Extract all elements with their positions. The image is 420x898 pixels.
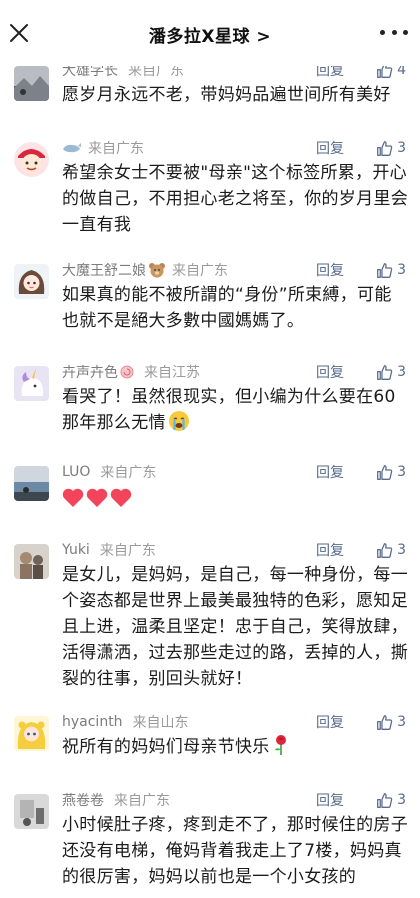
comment-location: 来自广东 — [114, 793, 170, 809]
comment-text-block: 祝所有的妈妈们母亲节快乐 — [62, 734, 408, 760]
comment-text: 愿岁月永远不老，带妈妈品遍世间所有美好 — [62, 85, 391, 105]
heart-icon — [110, 488, 132, 507]
reply-button[interactable]: 回复 — [316, 462, 344, 482]
reply-button[interactable]: 回复 — [316, 138, 344, 158]
like-count: 3 — [397, 792, 406, 808]
like-button[interactable]: 3 — [376, 542, 406, 559]
whale-icon — [62, 141, 82, 155]
account-title[interactable]: 潘多拉X星球 > — [0, 22, 420, 47]
comment-location: 来自江苏 — [144, 365, 200, 381]
thumbs-up-icon — [377, 262, 393, 278]
like-count: 3 — [397, 542, 406, 558]
like-button[interactable]: 3 — [376, 364, 406, 381]
heart-icon — [86, 488, 108, 507]
like-count: 3 — [397, 364, 406, 380]
comment-location: 来自广东 — [88, 141, 144, 157]
heart-icon — [62, 488, 84, 507]
like-count: 3 — [397, 140, 406, 156]
comment-emoji-row — [62, 488, 408, 508]
comment-location: 来自广东 — [100, 465, 157, 481]
comment-text: 小时候肚子疼，疼到走不了，那时候住的房子还没有电梯，俺妈背着我走上了7楼，妈妈真… — [62, 815, 408, 887]
comment-text: 看哭了！虽然很现实，但小编为什么要在60那年那么无情 — [62, 387, 396, 433]
comment-nickname[interactable]: LUO — [62, 464, 90, 480]
photo-avatar-icon[interactable] — [14, 544, 49, 579]
rose-icon — [272, 734, 290, 756]
bear-icon — [148, 262, 166, 278]
sea-avatar-icon[interactable] — [14, 466, 49, 501]
lollipop-icon — [120, 365, 134, 379]
comment-text: 如果真的能不被所謂的“身份”所束縛，可能也就不是絕大多數中國媽媽了。 — [62, 285, 392, 331]
thumbs-up-icon — [377, 464, 393, 480]
thumbs-up-icon — [377, 792, 393, 808]
like-count: 3 — [397, 714, 406, 730]
comment-text: 希望余女士不要被"母亲"这个标签所累，开心的做自己，不用担心老之将至，你的岁月里… — [62, 163, 408, 235]
like-button[interactable]: 3 — [376, 714, 406, 731]
landscape-avatar-icon[interactable] — [14, 66, 49, 101]
thumbs-up-icon — [377, 714, 393, 730]
reply-button[interactable]: 回复 — [316, 712, 344, 732]
comment-location: 来自广东 — [172, 263, 228, 279]
like-count: 3 — [397, 464, 406, 480]
reply-button[interactable]: 回复 — [316, 790, 344, 810]
reply-button[interactable]: 回复 — [316, 540, 344, 560]
crying-face-icon — [168, 410, 190, 432]
room-avatar-icon[interactable] — [14, 794, 49, 829]
comment-text: 祝所有的妈妈们母亲节快乐 — [62, 737, 270, 757]
like-button[interactable]: 3 — [376, 140, 406, 157]
anime-girl-avatar-icon[interactable] — [14, 264, 49, 299]
like-button[interactable]: 3 — [376, 262, 406, 279]
comment-location: 来自山东 — [132, 715, 189, 731]
more-options-icon[interactable] — [380, 20, 408, 44]
like-button[interactable]: 3 — [376, 792, 406, 809]
thumbs-up-icon — [377, 364, 393, 380]
like-button[interactable]: 3 — [376, 464, 406, 481]
sailor-moon-avatar-icon[interactable] — [14, 716, 49, 751]
comment-nickname[interactable]: 卉声卉色 — [62, 362, 118, 382]
comment-text-block: 看哭了！虽然很现实，但小编为什么要在60那年那么无情 — [62, 384, 408, 436]
reply-button[interactable]: 回复 — [316, 260, 344, 280]
top-nav-bar: 潘多拉X星球 > — [0, 0, 420, 66]
comment-nickname[interactable]: Yuki — [62, 542, 90, 558]
thumbs-up-icon — [377, 140, 393, 156]
unicorn-avatar-icon[interactable] — [14, 366, 49, 401]
comment-location: 来自广东 — [99, 543, 156, 559]
cartoon-face-avatar-icon[interactable] — [14, 142, 49, 177]
comment-text: 是女儿，是妈妈，是自己，每一种身份，每一个姿态都是世界上最美最独特的色彩，愿知足… — [62, 565, 408, 689]
like-count: 3 — [397, 262, 406, 278]
thumbs-up-icon — [377, 542, 393, 558]
reply-button[interactable]: 回复 — [316, 362, 344, 382]
comment-nickname[interactable]: hyacinth — [62, 714, 123, 730]
comment-nickname[interactable]: 大魔王舒二娘 — [62, 260, 146, 280]
comment-nickname[interactable]: 燕卷卷 — [62, 790, 104, 810]
